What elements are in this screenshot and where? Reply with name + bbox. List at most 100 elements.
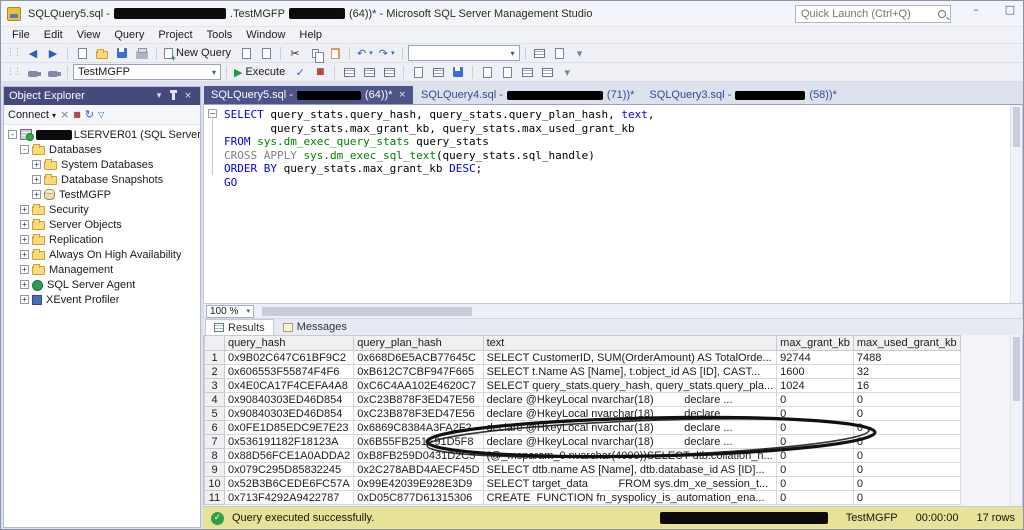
scrollbar-thumb[interactable] xyxy=(1013,337,1020,401)
max-grant-kb-cell[interactable]: 0 xyxy=(776,392,854,407)
query-plan-hash-cell[interactable]: 0x6B55FB251E91D5F8 xyxy=(353,434,484,449)
row-number-cell[interactable]: 9 xyxy=(204,462,225,477)
text-cell[interactable]: SELECT dtb.name AS [Name], dtb.database_… xyxy=(482,462,778,477)
column-header[interactable]: max_grant_kb xyxy=(776,335,854,351)
table-row[interactable]: 9 0x079C295D85832245 0x2C278ABD4AECF45D … xyxy=(204,462,961,477)
table-row[interactable]: 7 0x536191182F18123A 0x6B55FB251E91D5F8 … xyxy=(204,434,961,449)
menu-item[interactable]: Query xyxy=(107,28,151,42)
query-hash-cell[interactable]: 0x536191182F18123A xyxy=(223,434,355,449)
tree-expander-icon[interactable]: + xyxy=(20,205,29,214)
tree-item[interactable]: + XEvent Profiler xyxy=(4,292,200,307)
query-hash-cell[interactable]: 0x88D56FCE1A0ADDA2 xyxy=(223,448,355,463)
query-plan-hash-cell[interactable]: 0xB612C7CBF947F665 xyxy=(353,364,484,379)
tree-item[interactable]: + Replication xyxy=(4,232,200,247)
toolbar-overflow-button[interactable]: ▾ xyxy=(558,64,576,81)
max-used-grant-kb-cell[interactable]: 0 xyxy=(852,420,961,435)
tree-expander-icon[interactable]: + xyxy=(20,250,29,259)
query-plan-hash-cell[interactable]: 0x6869C8384A3FA2F2 xyxy=(353,420,484,435)
horizontal-scrollbar-thumb[interactable] xyxy=(262,306,472,316)
column-header[interactable]: max_used_grant_kb xyxy=(852,335,961,351)
tree-item[interactable]: + Management xyxy=(4,262,200,277)
copy-button[interactable] xyxy=(306,45,324,63)
database-combo[interactable]: TestMGFP ▾ xyxy=(73,64,221,80)
column-header[interactable]: text xyxy=(482,335,778,351)
max-grant-kb-cell[interactable]: 0 xyxy=(776,434,854,449)
table-row[interactable]: 10 0x52B3B6CEDE6FC57A 0x99E42039E928E3D9… xyxy=(204,476,961,491)
results-to-text-button[interactable] xyxy=(409,64,427,81)
query-plan-hash-cell[interactable]: 0xC23B878F3ED47E56 xyxy=(353,392,484,407)
toolbar-grip[interactable]: ⋮⋮ xyxy=(6,48,22,58)
query-plan-hash-cell[interactable]: 0xC6C4AA102E4620C7 xyxy=(353,378,484,393)
refresh-icon[interactable]: ↻ xyxy=(85,108,94,121)
actual-plan-button[interactable] xyxy=(380,64,398,81)
menu-item[interactable]: Project xyxy=(151,28,199,42)
tree-item[interactable]: + SQL Server Agent xyxy=(4,277,200,292)
document-tab[interactable]: SQLQuery4.sql - (71))* × xyxy=(414,86,641,104)
tree-expander-icon[interactable]: + xyxy=(20,235,29,244)
column-header[interactable]: query_hash xyxy=(223,335,355,351)
max-grant-kb-cell[interactable]: 0 xyxy=(776,406,854,421)
increase-indent-button[interactable] xyxy=(538,64,556,81)
table-row[interactable]: 3 0x4E0CA17F4CEFA4A8 0xC6C4AA102E4620C7 … xyxy=(204,378,961,393)
max-used-grant-kb-cell[interactable]: 0 xyxy=(852,434,961,449)
tree-item[interactable]: + System Databases xyxy=(4,157,200,172)
print-button[interactable] xyxy=(133,45,151,62)
editor-vertical-scrollbar[interactable] xyxy=(1010,105,1022,303)
navigate-back-button[interactable]: ◀ xyxy=(24,45,42,62)
results-to-grid-button[interactable] xyxy=(429,64,447,81)
text-cell[interactable]: declare @HkeyLocal nvarchar(18) declare … xyxy=(482,420,778,435)
max-used-grant-kb-cell[interactable]: 0 xyxy=(852,462,961,477)
find-combo[interactable]: ▾ xyxy=(407,45,520,61)
database-engine-query-button[interactable] xyxy=(237,45,255,62)
tree-item[interactable]: + Always On High Availability xyxy=(4,247,200,262)
max-used-grant-kb-cell[interactable]: 0 xyxy=(852,476,961,491)
redo-button[interactable]: ↷ ▾ xyxy=(377,45,397,62)
registered-servers-button[interactable] xyxy=(551,45,569,62)
query-plan-hash-cell[interactable]: 0x99E42039E928E3D9 xyxy=(353,476,484,491)
messages-tab[interactable]: Messages xyxy=(275,319,355,335)
tree-expander-icon[interactable]: + xyxy=(32,175,41,184)
tree-expander-icon[interactable]: + xyxy=(20,220,29,229)
results-to-file-button[interactable] xyxy=(449,64,467,81)
comment-button[interactable] xyxy=(478,64,496,81)
save-button[interactable] xyxy=(113,45,131,62)
query-plan-hash-cell[interactable]: 0xC23B878F3ED47E56 xyxy=(353,406,484,421)
max-used-grant-kb-cell[interactable]: 0 xyxy=(852,406,961,421)
pin-icon[interactable] xyxy=(170,90,177,100)
table-row[interactable]: 11 0x713F4292A9422787 0xD05C877D61315306… xyxy=(204,490,961,505)
query-hash-cell[interactable]: 0x606553F55874F4F6 xyxy=(223,364,355,379)
max-grant-kb-cell[interactable]: 0 xyxy=(776,490,854,505)
text-cell[interactable]: SELECT query_stats.query_hash, query_sta… xyxy=(482,378,778,393)
max-grant-kb-cell[interactable]: 0 xyxy=(776,476,854,491)
max-used-grant-kb-cell[interactable]: 0 xyxy=(852,392,961,407)
tree-item[interactable]: + TestMGFP xyxy=(4,187,200,202)
menu-item[interactable]: Help xyxy=(292,28,329,42)
connect-dropdown[interactable]: Connect ▾ xyxy=(8,109,56,121)
tree-item[interactable]: - LSERVER01 (SQL Server xyxy=(4,127,200,142)
row-number-cell[interactable]: 2 xyxy=(204,364,225,379)
corner-header[interactable] xyxy=(204,335,225,351)
query-hash-cell[interactable]: 0x52B3B6CEDE6FC57A xyxy=(223,476,355,491)
toolbar-overflow-button[interactable]: ▾ xyxy=(571,45,589,62)
max-grant-kb-cell[interactable]: 0 xyxy=(776,462,854,477)
decrease-indent-button[interactable] xyxy=(518,64,536,81)
tree-item[interactable]: + Database Snapshots xyxy=(4,172,200,187)
open-file-button[interactable] xyxy=(93,45,111,62)
minimize-button[interactable]: – xyxy=(967,3,985,16)
new-query-button[interactable]: New Query xyxy=(162,45,235,63)
tree-expander-icon[interactable]: - xyxy=(8,130,17,139)
text-cell[interactable]: declare @HkeyLocal nvarchar(18) declare … xyxy=(482,406,778,421)
tree-item[interactable]: + Server Objects xyxy=(4,217,200,232)
quick-launch-input[interactable] xyxy=(796,8,938,20)
tab-close-icon[interactable]: × xyxy=(398,90,406,100)
query-plan-hash-cell[interactable]: 0xD05C877D61315306 xyxy=(353,490,484,505)
query-plan-hash-cell[interactable]: 0x668D6E5ACB77645C xyxy=(353,350,484,365)
row-number-cell[interactable]: 3 xyxy=(204,378,225,393)
row-number-cell[interactable]: 1 xyxy=(204,350,225,365)
scrollbar-thumb[interactable] xyxy=(1013,107,1020,147)
query-hash-cell[interactable]: 0x079C295D85832245 xyxy=(223,462,355,477)
document-tab[interactable]: SQLQuery5.sql - (64))* × xyxy=(204,86,413,104)
query-hash-cell[interactable]: 0x90840303ED46D854 xyxy=(223,406,355,421)
tree-expander-icon[interactable]: + xyxy=(20,265,29,274)
table-row[interactable]: 2 0x606553F55874F4F6 0xB612C7CBF947F665 … xyxy=(204,364,961,379)
